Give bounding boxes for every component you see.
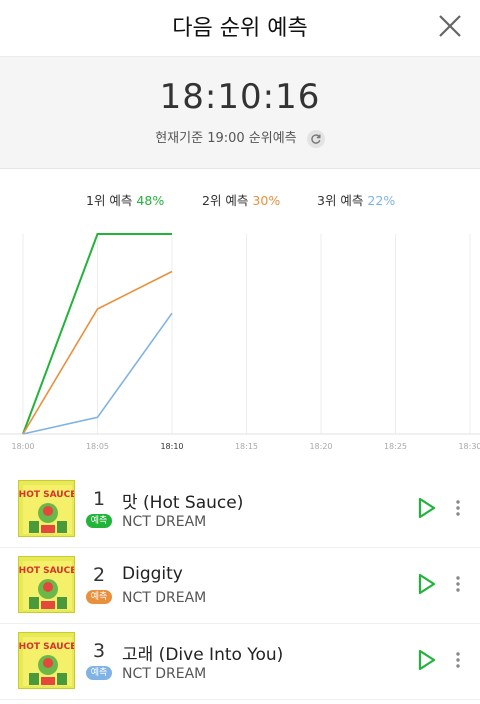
- prediction-badge: 예측: [86, 590, 112, 604]
- chart-legend: 1위 예측 48% 2위 예측 30% 3위 예측 22%: [0, 190, 480, 210]
- play-icon: [418, 497, 436, 519]
- play-icon: [418, 573, 436, 595]
- album-cover-image: HOT SAUCE: [18, 556, 75, 613]
- x-tick-label: 18:00: [11, 442, 34, 451]
- prediction-chart: 18:00 18:05 18:10 18:15 18:20 18:25 18:30: [0, 233, 480, 451]
- prediction-basis-text: 현재기준 19:00 순위예측: [155, 131, 297, 146]
- x-tick-label: 18:25: [384, 442, 407, 451]
- artist-name[interactable]: NCT DREAM: [122, 666, 206, 682]
- svg-text:HOT SAUCE: HOT SAUCE: [19, 490, 75, 500]
- page-title: 다음 순위 예측: [172, 16, 308, 41]
- current-time: 18:10:16: [159, 77, 321, 117]
- more-vertical-icon: [456, 500, 460, 516]
- song-title[interactable]: Diggity: [122, 564, 183, 584]
- more-options-button[interactable]: [450, 498, 466, 518]
- close-icon: [439, 15, 461, 37]
- prediction-badge: 예측: [86, 514, 112, 528]
- list-item[interactable]: HOT SAUCE 3 예측 고래 (Dive Into You) NCT DR…: [0, 624, 480, 700]
- more-vertical-icon: [456, 576, 460, 592]
- play-button[interactable]: [414, 572, 438, 596]
- more-options-button[interactable]: [450, 574, 466, 594]
- x-tick-label: 18:20: [309, 442, 332, 451]
- svg-text:HOT SAUCE: HOT SAUCE: [19, 566, 75, 576]
- play-icon: [418, 649, 436, 671]
- legend-value: 30%: [252, 193, 281, 208]
- refresh-icon[interactable]: [306, 129, 325, 148]
- x-tick-label: 18:10: [160, 442, 183, 451]
- song-title[interactable]: 맛 (Hot Sauce): [122, 488, 243, 513]
- x-tick-label: 18:05: [86, 442, 109, 451]
- prediction-badge: 예측: [86, 666, 112, 680]
- rank-number: 2: [92, 564, 106, 586]
- list-item[interactable]: HOT SAUCE 1 예측 맛 (Hot Sauce) NCT DREAM: [0, 472, 480, 548]
- close-button[interactable]: [436, 12, 464, 40]
- rank-number: 3: [92, 640, 106, 662]
- legend-label: 3위 예측: [317, 193, 364, 208]
- more-vertical-icon: [456, 652, 460, 668]
- x-tick-label: 18:30: [458, 442, 480, 451]
- play-button[interactable]: [414, 648, 438, 672]
- svg-text:HOT SAUCE: HOT SAUCE: [19, 642, 75, 652]
- album-cover-image: HOT SAUCE: [18, 480, 75, 537]
- legend-label: 2위 예측: [202, 193, 249, 208]
- legend-item-rank1: 1위 예측 48%: [86, 190, 164, 209]
- list-item[interactable]: HOT SAUCE 2 예측 Diggity NCT DREAM: [0, 548, 480, 624]
- countdown-panel: 18:10:16 현재기준 19:00 순위예측: [0, 56, 480, 169]
- album-cover-image: HOT SAUCE: [18, 632, 75, 689]
- header: 다음 순위 예측: [0, 0, 480, 56]
- legend-item-rank3: 3위 예측 22%: [317, 190, 395, 209]
- legend-value: 48%: [136, 193, 165, 208]
- more-options-button[interactable]: [450, 650, 466, 670]
- prediction-basis: 현재기준 19:00 순위예측: [0, 127, 480, 148]
- legend-item-rank2: 2위 예측 30%: [202, 190, 280, 209]
- rank-number: 1: [92, 488, 106, 510]
- legend-value: 22%: [367, 193, 396, 208]
- legend-label: 1위 예측: [86, 193, 133, 208]
- artist-name[interactable]: NCT DREAM: [122, 514, 206, 530]
- artist-name[interactable]: NCT DREAM: [122, 590, 206, 606]
- x-tick-label: 18:15: [235, 442, 258, 451]
- play-button[interactable]: [414, 496, 438, 520]
- song-title[interactable]: 고래 (Dive Into You): [122, 640, 283, 665]
